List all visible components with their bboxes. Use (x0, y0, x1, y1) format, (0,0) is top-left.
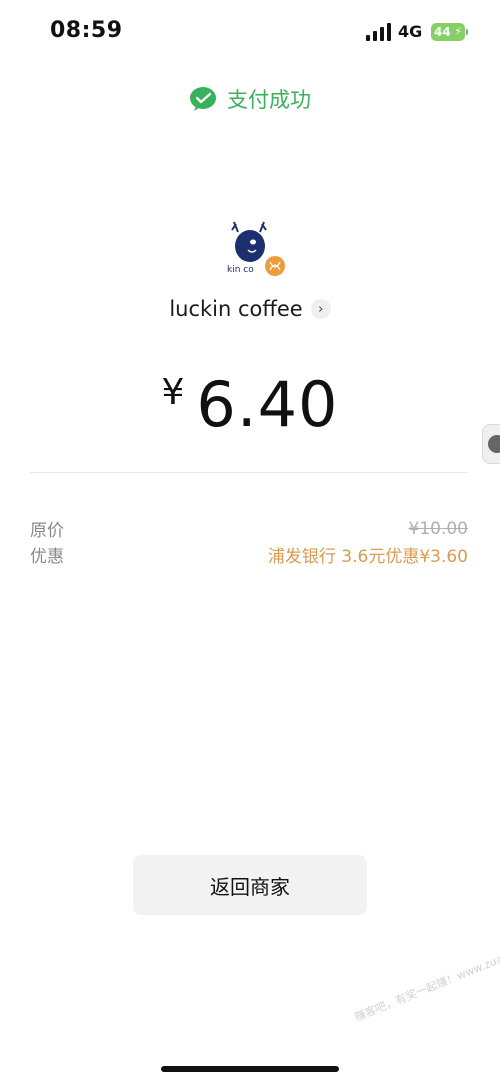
chevron-right-icon: › (310, 299, 331, 319)
discount-row: 优惠 浦发银行 3.6元优惠¥3.60 (30, 542, 468, 567)
payment-success-screen: 08:59 4G 44 ⚡ 支付成功 kin co luckin coffee … (0, 0, 500, 1083)
success-text: 支付成功 (227, 88, 311, 112)
original-price-label: 原价 (30, 521, 64, 541)
status-time: 08:59 (50, 18, 123, 43)
merchant-link[interactable]: luckin coffee › (0, 297, 500, 321)
charging-bolt-icon: ⚡ (454, 25, 462, 38)
network-type: 4G (398, 22, 423, 41)
assistive-dial-icon (488, 435, 500, 453)
discount-value: 浦发银行 3.6元优惠¥3.60 (267, 547, 468, 567)
original-price-value: ¥10.00 (408, 518, 468, 539)
wechat-pay-icon (190, 87, 216, 111)
return-to-merchant-button[interactable]: 返回商家 (133, 855, 367, 915)
svg-text:kin co: kin co (227, 265, 254, 275)
watermark: 赚客吧，有奖一起赚！www.zuanke8.com (352, 932, 500, 1024)
floating-assistive-widget[interactable] (482, 424, 500, 464)
merchant-name: luckin coffee (169, 297, 303, 321)
battery-icon: 44 ⚡ (431, 23, 468, 41)
luckin-coffee-logo: kin co (227, 221, 285, 276)
currency-symbol: ¥ (161, 372, 185, 413)
payment-success-header: 支付成功 (0, 84, 500, 114)
payment-amount: ¥ 6.40 (0, 368, 500, 441)
signal-icon (366, 23, 391, 41)
status-bar: 08:59 4G 44 ⚡ (0, 0, 500, 68)
original-price-row: 原价 ¥10.00 (30, 516, 468, 542)
battery-level: 44 (434, 25, 451, 39)
discount-label: 优惠 (30, 547, 64, 567)
amount-value: 6.40 (196, 368, 339, 441)
home-indicator[interactable] (161, 1066, 339, 1072)
divider (30, 472, 468, 473)
